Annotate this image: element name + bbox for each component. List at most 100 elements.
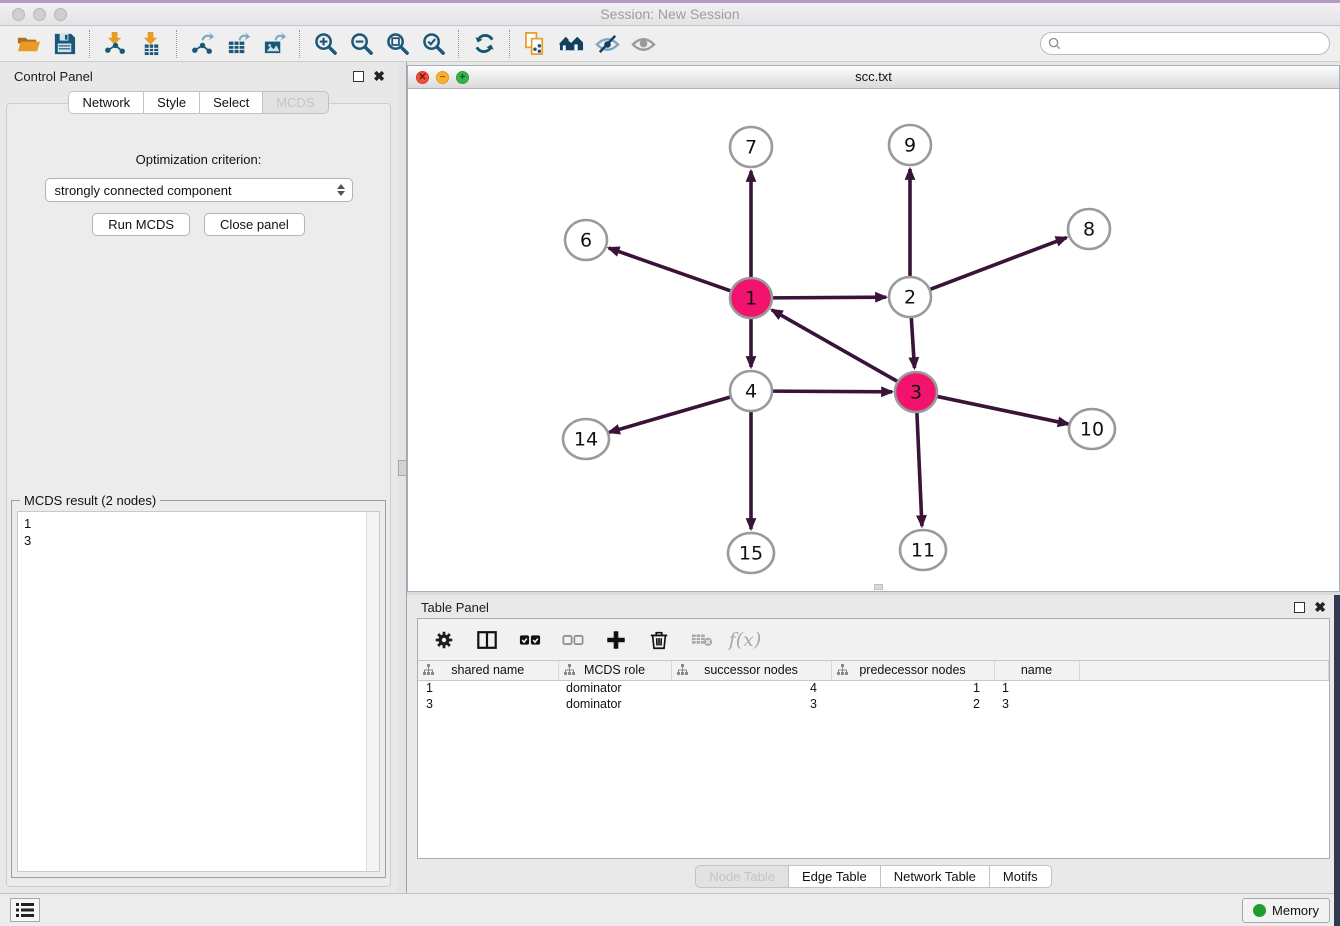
hide-graphics-details-icon[interactable]: [589, 29, 625, 59]
window-title: Session: New Session: [0, 0, 1340, 28]
import-table-icon[interactable]: [133, 29, 169, 59]
criterion-dropdown[interactable]: strongly connected component: [45, 178, 353, 202]
column-header-name[interactable]: name: [994, 661, 1079, 680]
gear-icon[interactable]: [430, 626, 458, 654]
table-cell[interactable]: 1: [994, 680, 1079, 696]
network-canvas[interactable]: 7968124314101511: [408, 89, 1339, 591]
table-panel-title: Table Panel: [421, 600, 489, 615]
refresh-icon[interactable]: [466, 29, 502, 59]
close-window-button[interactable]: [12, 8, 25, 21]
vertical-splitter[interactable]: [397, 62, 407, 893]
table-row[interactable]: 1dominator411: [418, 680, 1329, 696]
minimize-view-button[interactable]: −: [436, 71, 449, 84]
zoom-fit-icon[interactable]: [379, 29, 415, 59]
minimize-window-button[interactable]: [33, 8, 46, 21]
edge-3-11[interactable]: [917, 413, 922, 526]
close-panel-button[interactable]: Close panel: [204, 213, 305, 236]
table-cell[interactable]: dominator: [558, 680, 671, 696]
table-row[interactable]: 3dominator323: [418, 696, 1329, 712]
main-area: Control Panel ✖ Network Style Select MCD…: [0, 62, 1340, 893]
graph-node-label: 2: [904, 287, 916, 309]
tab-select[interactable]: Select: [200, 91, 263, 114]
edge-1-2[interactable]: [772, 297, 886, 298]
tab-edge-table[interactable]: Edge Table: [789, 865, 881, 888]
edge-2-8[interactable]: [930, 238, 1067, 290]
export-table-icon[interactable]: [220, 29, 256, 59]
memory-button[interactable]: Memory: [1242, 898, 1330, 923]
column-header-shared-name[interactable]: shared name: [418, 661, 558, 680]
close-table-panel-icon[interactable]: ✖: [1314, 602, 1326, 613]
table-header-row[interactable]: shared nameMCDS rolesuccessor nodesprede…: [418, 661, 1329, 680]
clone-network-icon[interactable]: [517, 29, 553, 59]
column-header-MCDS-role[interactable]: MCDS role: [558, 661, 671, 680]
export-network-icon[interactable]: [184, 29, 220, 59]
graph-node-label: 14: [574, 429, 598, 451]
table-cell[interactable]: dominator: [558, 696, 671, 712]
table-cell[interactable]: 1: [418, 680, 558, 696]
maximize-window-button[interactable]: [54, 8, 67, 21]
export-image-icon[interactable]: [256, 29, 292, 59]
zoom-selected-icon[interactable]: [415, 29, 451, 59]
add-column-icon[interactable]: [602, 626, 630, 654]
edge-4-3[interactable]: [772, 391, 892, 392]
column-header-successor-nodes[interactable]: successor nodes: [671, 661, 831, 680]
table-panel-header: Table Panel ✖: [417, 597, 1330, 618]
tab-network[interactable]: Network: [68, 91, 144, 114]
optimization-criterion-label: Optimization criterion:: [7, 152, 390, 167]
delete-column-icon[interactable]: [645, 626, 673, 654]
graph-node-label: 7: [745, 137, 757, 159]
toolbar-separator: [509, 30, 510, 58]
task-history-button[interactable]: [10, 898, 40, 922]
network-graph[interactable]: 7968124314101511: [408, 89, 1339, 590]
result-scrollbar[interactable]: [366, 512, 379, 871]
float-panel-icon[interactable]: [353, 71, 364, 82]
edge-3-1[interactable]: [772, 310, 898, 382]
open-file-icon[interactable]: [10, 29, 46, 59]
import-network-icon[interactable]: [97, 29, 133, 59]
horizontal-splitter[interactable]: [407, 592, 1340, 595]
table-cell[interactable]: 3: [994, 696, 1079, 712]
home-icon[interactable]: [553, 29, 589, 59]
select-all-checkboxes-icon[interactable]: [516, 626, 544, 654]
node-table[interactable]: shared nameMCDS rolesuccessor nodesprede…: [418, 661, 1329, 712]
column-header-predecessor-nodes[interactable]: predecessor nodes: [831, 661, 994, 680]
titlebar-accent: [0, 0, 1340, 3]
search-box[interactable]: [1040, 32, 1330, 55]
control-panel-header: Control Panel ✖: [0, 66, 397, 87]
show-graphics-details-icon[interactable]: [625, 29, 661, 59]
function-builder-icon: f(x): [731, 626, 759, 654]
run-mcds-button[interactable]: Run MCDS: [92, 213, 190, 236]
edge-1-6[interactable]: [609, 248, 732, 291]
splitter-grip[interactable]: [398, 460, 407, 476]
maximize-view-button[interactable]: +: [456, 71, 469, 84]
delete-table-icon[interactable]: [688, 626, 716, 654]
save-session-icon[interactable]: [46, 29, 82, 59]
graph-node-label: 10: [1080, 419, 1104, 441]
table-cell[interactable]: 4: [671, 680, 831, 696]
table-cell[interactable]: 3: [671, 696, 831, 712]
table-cell[interactable]: 2: [831, 696, 994, 712]
split-view-icon[interactable]: [473, 626, 501, 654]
zoom-out-icon[interactable]: [343, 29, 379, 59]
close-panel-icon[interactable]: ✖: [373, 71, 385, 82]
main-toolbar: [0, 26, 1340, 62]
tab-network-table[interactable]: Network Table: [881, 865, 990, 888]
tab-node-table[interactable]: Node Table: [695, 865, 789, 888]
edge-3-10[interactable]: [937, 396, 1069, 424]
search-input[interactable]: [1066, 36, 1322, 51]
graph-node-label: 3: [910, 382, 922, 404]
table-empty-area: [418, 712, 1329, 858]
graph-node-label: 8: [1083, 219, 1095, 241]
tab-style[interactable]: Style: [144, 91, 200, 114]
edge-4-14[interactable]: [609, 397, 731, 432]
table-cell[interactable]: 3: [418, 696, 558, 712]
table-cell[interactable]: 1: [831, 680, 994, 696]
tab-mcds[interactable]: MCDS: [263, 91, 328, 114]
deselect-all-checkboxes-icon[interactable]: [559, 626, 587, 654]
float-table-panel-icon[interactable]: [1294, 602, 1305, 613]
canvas-scroll-grip[interactable]: [874, 584, 883, 590]
zoom-in-icon[interactable]: [307, 29, 343, 59]
tab-motifs[interactable]: Motifs: [990, 865, 1052, 888]
edge-2-3[interactable]: [911, 318, 914, 368]
close-view-button[interactable]: ✕: [416, 71, 429, 84]
